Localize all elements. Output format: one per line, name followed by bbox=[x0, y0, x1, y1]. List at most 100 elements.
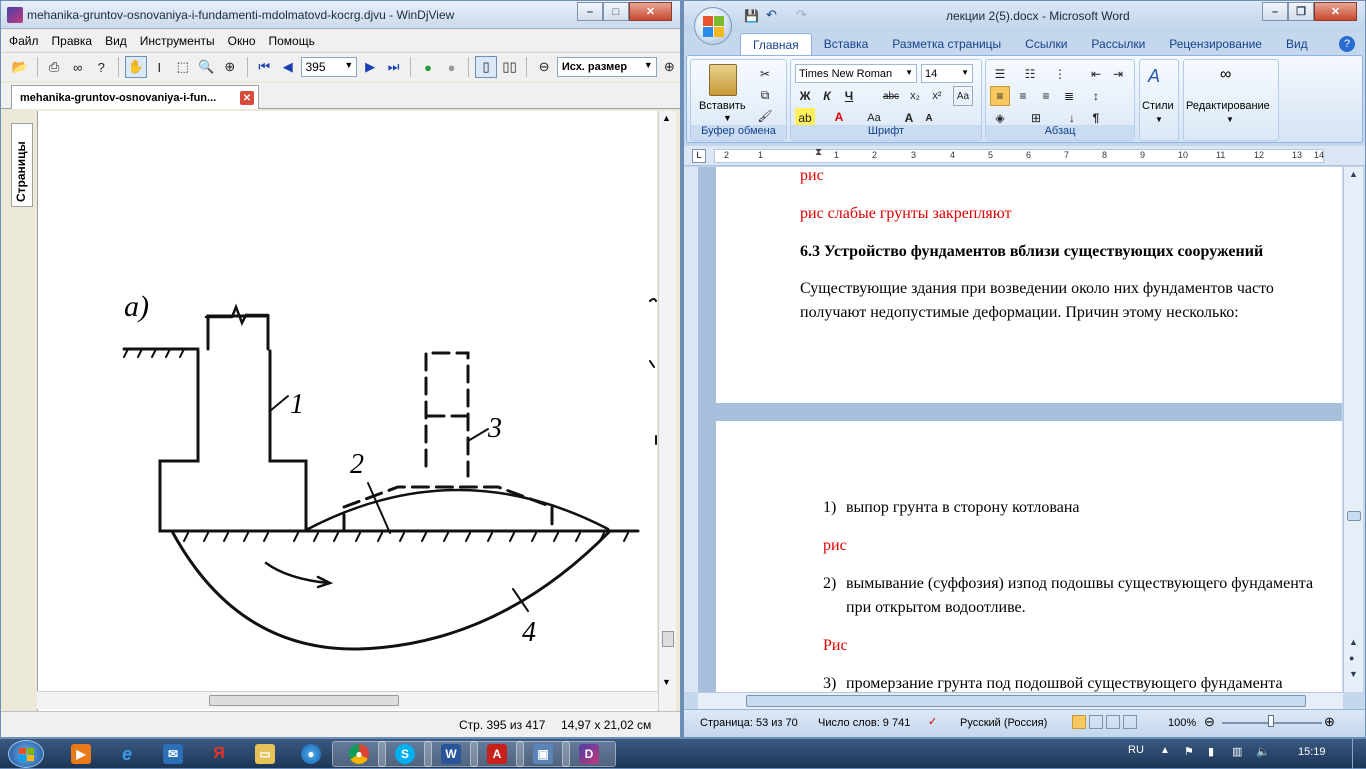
taskbar-media-center[interactable]: ● bbox=[284, 741, 338, 767]
close-tab-icon[interactable]: ✕ bbox=[240, 91, 254, 105]
horizontal-ruler[interactable]: L 2 1 1 2 3 4 5 6 7 8 9 10 11 12 13 14 ⧗ bbox=[684, 146, 1365, 166]
show-desktop-button[interactable] bbox=[1352, 739, 1366, 769]
group-editing[interactable]: ∞ Редактирование ▼ bbox=[1183, 59, 1279, 141]
clock[interactable]: 15:19 bbox=[1298, 746, 1326, 758]
page-number-combo[interactable]: 395 ▼ bbox=[300, 57, 358, 77]
word-count-status[interactable]: Число слов: 9 741 bbox=[818, 717, 910, 729]
scroll-down-icon[interactable]: ▼ bbox=[1349, 669, 1358, 679]
taskbar-djview[interactable]: D bbox=[562, 741, 616, 767]
zoom-level[interactable]: 100% bbox=[1168, 717, 1196, 729]
djview-vertical-scrollbar[interactable]: ▲ ▼ bbox=[658, 111, 676, 711]
minimize-button[interactable]: – bbox=[577, 2, 603, 21]
volume-icon[interactable]: 🔈 bbox=[1256, 745, 1270, 758]
djview-titlebar[interactable]: mehanika-gruntov-osnovaniya-i-fundamenti… bbox=[1, 1, 680, 29]
word-horizontal-scrollbar[interactable] bbox=[698, 692, 1343, 709]
page-count-status[interactable]: Страница: 53 из 70 bbox=[700, 717, 798, 729]
justify-icon[interactable]: ≣ bbox=[1059, 86, 1079, 106]
close-button[interactable]: ✕ bbox=[629, 2, 672, 21]
increase-indent-icon[interactable]: ⇥ bbox=[1108, 64, 1128, 84]
close-button[interactable]: ✕ bbox=[1314, 2, 1357, 21]
tab-page-layout[interactable]: Разметка страницы bbox=[880, 33, 1013, 55]
font-name-combo[interactable]: Times New Roman ▼ bbox=[795, 64, 917, 83]
forward-gray-icon[interactable]: ● bbox=[441, 56, 463, 78]
decrease-indent-icon[interactable]: ⇤ bbox=[1086, 64, 1106, 84]
document-page-1[interactable]: рис рис слабые грунты закрепляют 6.3 Уст… bbox=[716, 167, 1342, 403]
tab-review[interactable]: Рецензирование bbox=[1157, 33, 1274, 55]
menu-edit[interactable]: Правка bbox=[52, 34, 93, 48]
help-question-icon[interactable]: ? bbox=[90, 56, 112, 78]
clear-formatting-icon[interactable]: Aa bbox=[953, 86, 973, 106]
word-titlebar[interactable]: 💾 ↶ ↷ лекции 2(5).docx - Microsoft Word … bbox=[684, 1, 1365, 31]
copy-icon[interactable]: ⧉ bbox=[755, 85, 775, 105]
editing-button[interactable]: Редактирование bbox=[1186, 100, 1270, 112]
zoom-rect-icon[interactable]: ⊕ bbox=[219, 56, 241, 78]
outline-icon[interactable] bbox=[1123, 715, 1137, 729]
format-painter-icon[interactable]: 🖌 bbox=[755, 106, 775, 126]
font-size-combo[interactable]: 14 ▼ bbox=[921, 64, 973, 83]
scroll-down-icon[interactable]: ▼ bbox=[662, 677, 671, 687]
zoom-icon[interactable]: 🔍 bbox=[196, 56, 218, 78]
word-vertical-scrollbar[interactable]: ▲ ▲ ● ▼ bbox=[1343, 167, 1363, 692]
tray-expand-icon[interactable]: ▲ bbox=[1160, 745, 1170, 756]
tab-home[interactable]: Главная bbox=[740, 33, 812, 55]
power-icon[interactable]: ▮ bbox=[1208, 745, 1214, 758]
network-icon[interactable]: ▥ bbox=[1232, 745, 1242, 758]
zoom-slider-thumb[interactable] bbox=[1268, 715, 1274, 727]
djvu-page-view[interactable]: а) 1 2 3 4 bbox=[37, 111, 657, 711]
djview-horizontal-scrollbar[interactable] bbox=[37, 691, 658, 709]
tab-insert[interactable]: Вставка bbox=[812, 33, 881, 55]
document-page-2[interactable]: 1) выпор грунта в сторону котлована рис … bbox=[716, 421, 1342, 692]
first-page-icon[interactable]: ⏮ bbox=[254, 56, 276, 78]
action-center-icon[interactable]: ⚑ bbox=[1184, 745, 1194, 758]
help-icon[interactable]: ? bbox=[1339, 36, 1355, 52]
indent-marker-icon[interactable]: ⧗ bbox=[815, 147, 822, 158]
maximize-button[interactable]: □ bbox=[603, 2, 629, 21]
prev-page-icon[interactable]: ◀ bbox=[277, 56, 299, 78]
office-button[interactable] bbox=[694, 7, 732, 45]
web-layout-icon[interactable] bbox=[1106, 715, 1120, 729]
restore-button[interactable]: ❐ bbox=[1288, 2, 1314, 21]
proofing-icon[interactable]: ✓ bbox=[928, 715, 937, 728]
find-binoculars-icon[interactable]: ∞ bbox=[67, 56, 89, 78]
tab-mailings[interactable]: Рассылки bbox=[1079, 33, 1157, 55]
italic-icon[interactable]: К bbox=[817, 86, 837, 106]
bold-icon[interactable]: Ж bbox=[795, 86, 815, 106]
zoom-out-icon[interactable]: ⊖ bbox=[533, 56, 555, 78]
menu-tools[interactable]: Инструменты bbox=[140, 34, 215, 48]
zoom-combo[interactable]: Исх. размер ▼ bbox=[556, 57, 657, 77]
paste-button[interactable]: Вставить bbox=[699, 100, 746, 112]
print-layout-icon[interactable] bbox=[1072, 715, 1086, 729]
multilevel-list-icon[interactable]: ⋮ bbox=[1050, 64, 1070, 84]
scroll-up-icon[interactable]: ▲ bbox=[662, 113, 671, 123]
scroll-up-icon[interactable]: ▲ bbox=[1349, 637, 1358, 647]
single-page-icon[interactable]: ▯ bbox=[475, 56, 497, 78]
language-status[interactable]: Русский (Россия) bbox=[960, 717, 1047, 729]
quick-access-save-icon[interactable]: 💾 bbox=[744, 9, 759, 23]
rect-select-icon[interactable]: ⬚ bbox=[172, 56, 194, 78]
tab-stop-selector[interactable]: L bbox=[692, 149, 706, 163]
tab-view[interactable]: Вид bbox=[1274, 33, 1320, 55]
styles-button[interactable]: Стили bbox=[1142, 100, 1174, 112]
hand-tool-icon[interactable]: ✋ bbox=[124, 56, 147, 78]
subscript-icon[interactable]: x₂ bbox=[905, 86, 925, 106]
scroll-thumb[interactable] bbox=[662, 631, 674, 647]
align-center-icon[interactable]: ≡ bbox=[1013, 86, 1033, 106]
zoom-in-icon[interactable]: ⊕ bbox=[659, 56, 681, 78]
select-text-icon[interactable]: I bbox=[149, 56, 171, 78]
print-icon[interactable]: ⎙ bbox=[43, 56, 65, 78]
last-page-icon[interactable]: ⏭ bbox=[383, 56, 405, 78]
minimize-button[interactable]: – bbox=[1262, 2, 1288, 21]
open-folder-icon[interactable]: 📂 bbox=[9, 56, 31, 78]
undo-icon[interactable]: ↶ bbox=[766, 7, 777, 23]
redo-icon[interactable]: ↷ bbox=[796, 7, 807, 23]
scroll-up-icon[interactable]: ▲ bbox=[1349, 169, 1358, 179]
align-left-icon[interactable]: ≡ bbox=[990, 86, 1010, 106]
group-styles[interactable]: A Стили ▼ bbox=[1139, 59, 1179, 141]
input-language[interactable]: RU bbox=[1128, 744, 1144, 756]
cut-icon[interactable]: ✂ bbox=[755, 64, 775, 84]
hscroll-thumb[interactable] bbox=[746, 695, 1306, 707]
underline-icon[interactable]: Ч bbox=[839, 86, 859, 106]
strikethrough-icon[interactable]: abc bbox=[879, 86, 903, 106]
superscript-icon[interactable]: x² bbox=[927, 86, 947, 106]
two-pages-icon[interactable]: ▯▯ bbox=[499, 56, 521, 78]
